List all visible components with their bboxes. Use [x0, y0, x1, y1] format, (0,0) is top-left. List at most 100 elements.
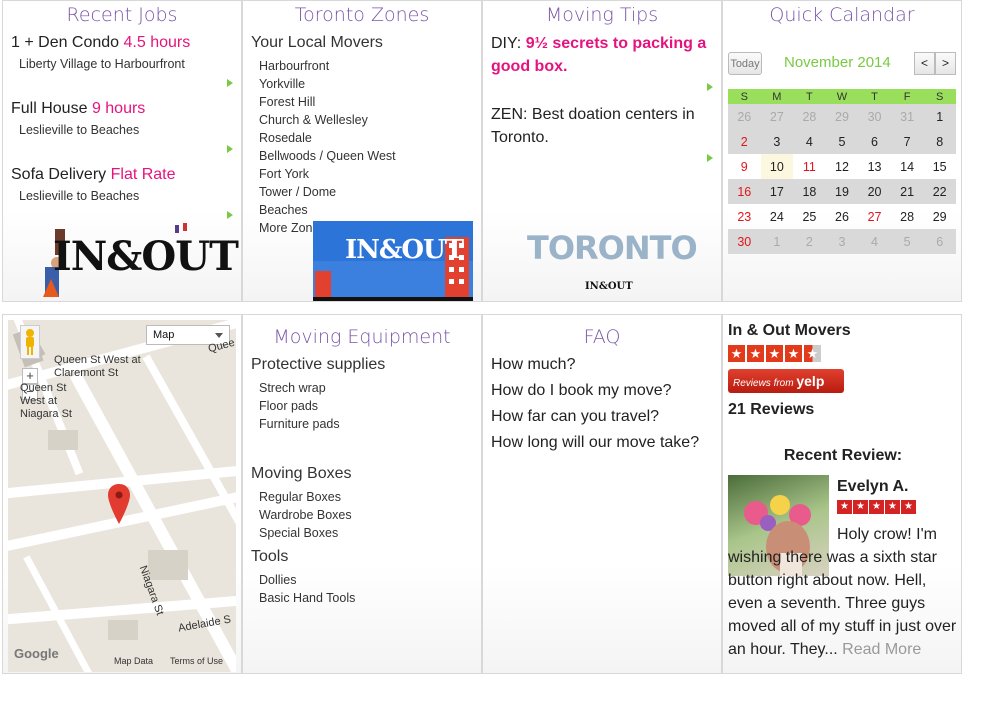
calendar-day[interactable]: 30 — [728, 229, 761, 254]
calendar-day[interactable]: 1 — [923, 104, 956, 129]
weekday-header: S — [923, 89, 956, 104]
zone-link[interactable]: Beaches — [259, 201, 396, 219]
calendar-day[interactable]: 6 — [923, 229, 956, 254]
calendar-day[interactable]: 16 — [728, 179, 761, 204]
review-count[interactable]: 21 Reviews — [728, 401, 814, 419]
calendar-day[interactable]: 29 — [923, 204, 956, 229]
zone-link[interactable]: Bellwoods / Queen West — [259, 147, 396, 165]
arrow-icon[interactable] — [707, 154, 713, 162]
calendar-day[interactable]: 26 — [728, 104, 761, 129]
job-route: Leslieville to Beaches — [19, 123, 140, 137]
calendar-day[interactable]: 31 — [890, 104, 924, 129]
calendar-day[interactable]: 5 — [825, 129, 859, 154]
calendar-day[interactable]: 3 — [825, 229, 859, 254]
calendar-day[interactable]: 8 — [923, 129, 956, 154]
faq-question[interactable]: How much? — [491, 352, 699, 378]
calendar-day[interactable]: 11 — [793, 154, 826, 179]
calendar-day[interactable]: 9 — [728, 154, 761, 179]
equipment-item[interactable]: Dollies — [259, 571, 355, 589]
calendar-day[interactable]: 2 — [793, 229, 826, 254]
faq-question[interactable]: How far can you travel? — [491, 404, 699, 430]
calendar-day[interactable]: 12 — [826, 154, 859, 179]
equipment-item[interactable]: Basic Hand Tools — [259, 589, 355, 607]
equipment-item[interactable]: Floor pads — [259, 397, 340, 415]
yelp-badge-text: Reviews from — [733, 378, 794, 389]
calendar-day[interactable]: 30 — [858, 104, 891, 129]
calendar-day[interactable]: 7 — [890, 129, 924, 154]
equipment-item[interactable]: Furniture pads — [259, 415, 340, 433]
job-item[interactable]: Full House 9 hours Leslieville to Beache… — [11, 99, 233, 137]
inout-truck-image: IN&OUT — [313, 221, 473, 301]
terms-link[interactable]: Terms of Use — [170, 656, 223, 666]
map-marker-icon[interactable] — [108, 484, 130, 524]
today-button[interactable]: Today — [728, 52, 762, 75]
job-route: Leslieville to Beaches — [19, 189, 140, 203]
calendar-day[interactable]: 23 — [728, 204, 761, 229]
calendar-week: 30 1 2 3 4 5 6 — [728, 229, 956, 254]
calendar-day[interactable]: 1 — [760, 229, 794, 254]
tip-link[interactable]: ZEN: Best doation centers in Toronto. — [491, 103, 717, 149]
calendar-day[interactable]: 25 — [793, 204, 826, 229]
calendar-day[interactable]: 22 — [923, 179, 956, 204]
zone-link[interactable]: Fort York — [259, 165, 396, 183]
calendar-day[interactable]: 26 — [826, 204, 859, 229]
zone-link[interactable]: Rosedale — [259, 129, 396, 147]
calendar-day[interactable]: 27 — [858, 204, 891, 229]
calendar-day[interactable]: 28 — [793, 104, 826, 129]
job-item[interactable]: 1 + Den Condo 4.5 hours Liberty Village … — [11, 33, 233, 71]
job-item[interactable]: Sofa Delivery Flat Rate Leslieville to B… — [11, 165, 233, 203]
prev-month-button[interactable]: < — [914, 52, 935, 75]
calendar-day[interactable]: 24 — [761, 204, 794, 229]
calendar-day[interactable]: 19 — [825, 179, 859, 204]
next-month-button[interactable]: > — [935, 52, 956, 75]
equipment-item[interactable]: Wardrobe Boxes — [259, 506, 352, 524]
google-logo: Google — [14, 646, 59, 661]
read-more-link[interactable]: Read More — [842, 641, 921, 658]
calendar-day[interactable]: 29 — [825, 104, 859, 129]
calendar-day-today[interactable]: 10 — [760, 154, 794, 179]
yelp-logo: yelp — [796, 373, 825, 389]
zone-link[interactable]: Church & Wellesley — [259, 111, 396, 129]
calendar-day[interactable]: 14 — [891, 154, 924, 179]
calendar-toolbar: Today November 2014 < > — [728, 52, 958, 76]
zone-link[interactable]: Harbourfront — [259, 57, 396, 75]
tip-link[interactable]: DIY: 9½ secrets to packing a good box. — [491, 32, 717, 78]
calendar-day[interactable]: 28 — [891, 204, 924, 229]
faq-question[interactable]: How do I book my move? — [491, 378, 699, 404]
calendar-day[interactable]: 4 — [858, 229, 891, 254]
calendar-day[interactable]: 17 — [760, 179, 794, 204]
calendar-day[interactable]: 4 — [793, 129, 826, 154]
zone-link[interactable]: Yorkville — [259, 75, 396, 93]
calendar-day[interactable]: 20 — [858, 179, 891, 204]
calendar-day[interactable]: 18 — [793, 179, 826, 204]
calendar-day[interactable]: 6 — [858, 129, 891, 154]
yelp-badge[interactable]: Reviews from yelp — [728, 369, 844, 393]
business-name[interactable]: In & Out Movers — [728, 322, 851, 340]
calendar-day[interactable]: 3 — [760, 129, 794, 154]
calendar-day[interactable]: 2 — [728, 129, 761, 154]
map-data-link[interactable]: Map Data — [114, 656, 153, 666]
arrow-icon[interactable] — [227, 145, 233, 153]
calendar-day[interactable]: 21 — [890, 179, 924, 204]
faq-question[interactable]: How long will our move take? — [491, 430, 699, 456]
calendar-day[interactable]: 5 — [890, 229, 924, 254]
calendar-day[interactable]: 15 — [923, 154, 956, 179]
street-view-pegman-icon[interactable] — [20, 325, 40, 359]
equipment-item[interactable]: Regular Boxes — [259, 488, 352, 506]
calendar-week: 23 24 25 26 27 28 29 — [728, 204, 956, 229]
equipment-item[interactable]: Strech wrap — [259, 379, 340, 397]
google-map[interactable]: Map + − Queen St West at Claremont St Qu… — [8, 320, 236, 672]
equipment-item[interactable]: Special Boxes — [259, 524, 352, 542]
calendar-day[interactable]: 13 — [858, 154, 891, 179]
job-title: 1 + Den Condo — [11, 34, 120, 51]
star-icon: ★ — [785, 345, 802, 362]
half-star-icon: ★ — [804, 345, 821, 362]
reviewer-name[interactable]: Evelyn A. — [837, 478, 908, 496]
calendar-day[interactable]: 27 — [760, 104, 794, 129]
arrow-icon[interactable] — [227, 79, 233, 87]
arrow-icon[interactable] — [707, 83, 713, 91]
faq-list: How much? How do I book my move? How far… — [491, 352, 699, 456]
zone-link[interactable]: Forest Hill — [259, 93, 396, 111]
arrow-icon[interactable] — [227, 211, 233, 219]
zone-link[interactable]: Tower / Dome — [259, 183, 396, 201]
